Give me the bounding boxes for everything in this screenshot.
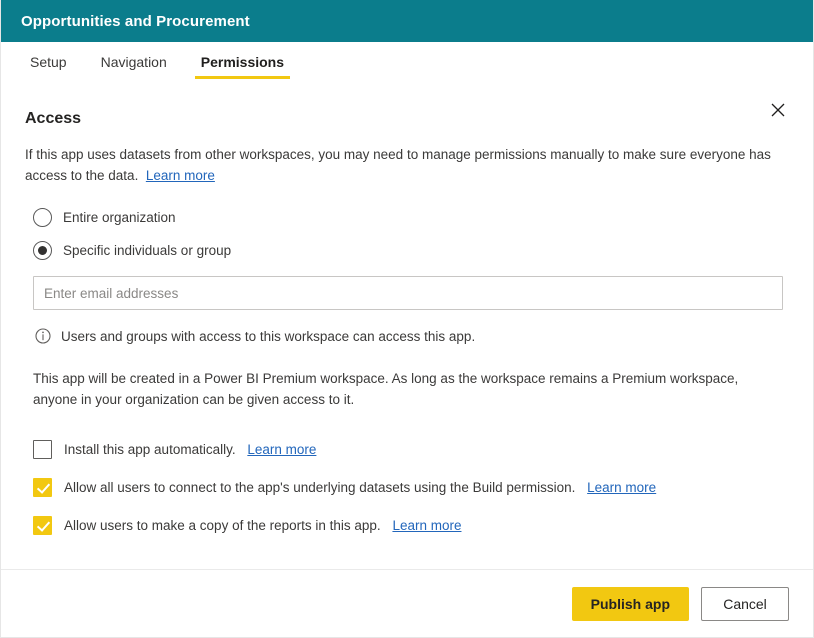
checkbox-unchecked-icon[interactable]: [33, 439, 52, 459]
close-button[interactable]: [765, 97, 791, 123]
tab-navigation[interactable]: Navigation: [98, 54, 170, 79]
permissions-panel: Access If this app uses datasets from ot…: [1, 88, 813, 569]
radio-specific-individuals-label: Specific individuals or group: [63, 243, 232, 258]
dialog-footer: Publish app Cancel: [1, 569, 813, 637]
workspace-access-info: Users and groups with access to this wor…: [35, 328, 789, 344]
dialog-title: Opportunities and Procurement: [21, 12, 250, 30]
publish-app-button[interactable]: Publish app: [571, 586, 689, 621]
radio-specific-individuals[interactable]: Specific individuals or group: [33, 241, 789, 260]
checkbox-checked-icon[interactable]: [33, 477, 52, 497]
option-install-app-automatically-link[interactable]: Learn more: [247, 442, 316, 457]
info-circle-icon: [35, 328, 51, 344]
option-allow-build-permission[interactable]: Allow all users to connect to the app's …: [33, 474, 789, 500]
option-allow-copy-reports-link[interactable]: Learn more: [392, 518, 461, 533]
option-install-app-automatically-text: Install this app automatically.: [64, 441, 236, 457]
option-allow-build-permission-label: Allow all users to connect to the app's …: [64, 480, 656, 495]
access-description-text: If this app uses datasets from other wor…: [25, 147, 771, 183]
cancel-button[interactable]: Cancel: [701, 586, 789, 621]
tab-permissions[interactable]: Permissions: [194, 54, 291, 79]
access-learn-more-link[interactable]: Learn more: [146, 168, 215, 183]
access-heading: Access: [25, 110, 82, 127]
publish-app-dialog: Opportunities and Procurement Setup Navi…: [0, 0, 814, 638]
dialog-titlebar: Opportunities and Procurement: [1, 0, 813, 42]
access-description: If this app uses datasets from other wor…: [25, 144, 789, 186]
radio-button-icon[interactable]: [33, 208, 52, 227]
premium-workspace-note: This app will be created in a Power BI P…: [33, 371, 739, 407]
option-install-app-automatically[interactable]: Install this app automatically. Learn mo…: [33, 436, 789, 462]
radio-button-selected-icon[interactable]: [33, 241, 52, 260]
option-allow-copy-reports[interactable]: Allow users to make a copy of the report…: [33, 512, 789, 538]
radio-entire-organization-label: Entire organization: [63, 210, 176, 225]
email-addresses-input[interactable]: [33, 276, 783, 310]
close-icon: [771, 103, 785, 117]
option-install-app-automatically-label: Install this app automatically. Learn mo…: [64, 442, 316, 457]
tab-setup[interactable]: Setup: [27, 54, 70, 79]
options-checkbox-group: Install this app automatically. Learn mo…: [25, 436, 789, 538]
checkbox-checked-icon[interactable]: [33, 515, 52, 535]
option-allow-build-permission-link[interactable]: Learn more: [587, 480, 656, 495]
option-allow-build-permission-text: Allow all users to connect to the app's …: [64, 479, 576, 495]
tab-strip: Setup Navigation Permissions: [1, 42, 813, 117]
option-allow-copy-reports-text: Allow users to make a copy of the report…: [64, 517, 381, 533]
radio-entire-organization[interactable]: Entire organization: [33, 208, 789, 227]
access-radio-group: Entire organization Specific individuals…: [25, 208, 789, 260]
option-allow-copy-reports-label: Allow users to make a copy of the report…: [64, 518, 461, 533]
workspace-access-info-text: Users and groups with access to this wor…: [61, 328, 476, 344]
